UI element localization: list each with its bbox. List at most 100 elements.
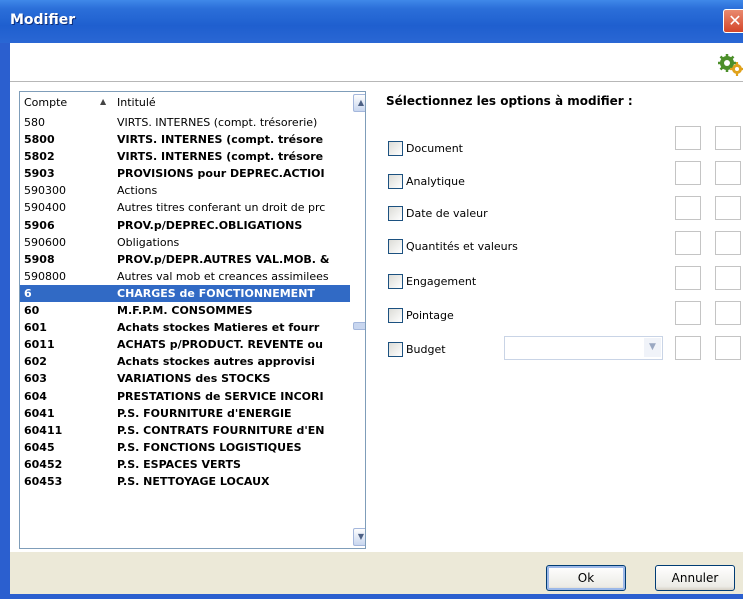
account-label: P.S. CONTRATS FOURNITURE d'EN (117, 423, 325, 437)
pointage-value-box-1[interactable] (675, 301, 701, 325)
window-frame-bottom (0, 594, 743, 599)
close-button[interactable]: ✕ (723, 9, 743, 33)
list-item[interactable]: 6041 P.S. FOURNITURE d'ENERGIE (20, 405, 350, 422)
list-item[interactable]: 6 CHARGES de FONCTIONNEMENT (20, 284, 350, 303)
account-code: 580 (24, 116, 45, 129)
gear-icon[interactable] (716, 53, 743, 77)
list-item[interactable]: 60453 P.S. NETTOYAGE LOCAUX (20, 473, 350, 490)
sort-ascending-icon: ▲ (100, 97, 107, 106)
account-code: 6045 (24, 440, 55, 454)
analytique-checkbox[interactable] (388, 174, 403, 189)
toolbar (10, 43, 743, 82)
account-label: Autres titres conferant un droit de prc (117, 201, 326, 215)
list-item[interactable]: 5802 VIRTS. INTERNES (compt. trésore (20, 148, 350, 165)
list-item[interactable]: 602 Achats stockes autres approvisi (20, 353, 350, 370)
account-label: VIRTS. INTERNES (compt. trésore (117, 133, 324, 147)
account-code: 590600 (24, 235, 66, 249)
analytique-value-box-1[interactable] (675, 161, 701, 185)
account-label: VARIATIONS des STOCKS (117, 372, 271, 386)
budget-value-box-2[interactable] (715, 336, 741, 360)
list-item[interactable]: 590600 Obligations (20, 234, 350, 251)
account-code: 603 (24, 372, 47, 386)
document-value-box-1[interactable] (675, 126, 701, 150)
scroll-thumb[interactable] (353, 322, 365, 330)
column-header-compte[interactable]: Compte (24, 96, 67, 109)
list-item[interactable]: 603 VARIATIONS des STOCKS (20, 370, 350, 387)
list-item[interactable]: 590800 Autres val mob et creances assimil… (20, 268, 350, 285)
cancel-button[interactable]: Annuler (655, 565, 735, 591)
ok-button[interactable]: Ok (546, 565, 626, 591)
budget-value-box-1[interactable] (675, 336, 701, 360)
budget-select[interactable]: ▼ (504, 336, 663, 360)
option-label: Engagement (406, 275, 477, 288)
date-valeur-value-box-1[interactable] (675, 196, 701, 220)
scroll-down-button[interactable]: ▼ (353, 528, 365, 546)
account-label: P.S. ESPACES VERTS (117, 457, 241, 471)
account-code: 60452 (24, 457, 63, 471)
document-value-box-2[interactable] (715, 126, 741, 150)
option-label: Quantités et valeurs (406, 240, 518, 253)
account-code: 5908 (24, 252, 55, 266)
list-rows: 580 VIRTS. INTERNES (compt. trésorerie) 58… (20, 114, 350, 490)
list-item[interactable]: 590300 Actions (20, 182, 350, 199)
column-header-intitule[interactable]: Intitulé (117, 96, 156, 109)
budget-checkbox[interactable] (388, 342, 403, 357)
account-label: Achats stockes autres approvisi (117, 355, 315, 369)
scroll-up-button[interactable]: ▲ (353, 94, 365, 112)
account-label: M.F.P.M. CONSOMMES (117, 304, 253, 318)
engagement-value-box-1[interactable] (675, 266, 701, 290)
engagement-value-box-2[interactable] (715, 266, 741, 290)
list-item[interactable]: 60 M.F.P.M. CONSOMMES (20, 302, 350, 319)
account-list[interactable]: Compte ▲ Intitulé 580 VIRTS. INTERNES (co… (19, 91, 366, 549)
analytique-value-box-2[interactable] (715, 161, 741, 185)
account-label: PROV.p/DEPREC.OBLIGATIONS (117, 218, 303, 232)
account-code: 602 (24, 355, 47, 369)
date-valeur-value-box-2[interactable] (715, 196, 741, 220)
list-item[interactable]: 5906 PROV.p/DEPREC.OBLIGATIONS (20, 217, 350, 234)
engagement-checkbox[interactable] (388, 274, 403, 289)
account-label: PROVISIONS pour DEPREC.ACTIOI (117, 167, 325, 181)
window-title: Modifier (10, 12, 76, 28)
quantites-value-box-2[interactable] (715, 231, 741, 255)
account-code: 60 (24, 304, 40, 318)
account-label: Obligations (117, 235, 180, 249)
list-item[interactable]: 601 Achats stockes Matieres et fourr (20, 319, 350, 336)
account-label: PRESTATIONS de SERVICE INCORI (117, 389, 324, 403)
account-code: 590800 (24, 269, 66, 283)
quantites-valeurs-checkbox[interactable] (388, 239, 403, 254)
account-label: P.S. NETTOYAGE LOCAUX (117, 474, 270, 488)
account-code: 6041 (24, 406, 55, 420)
list-item[interactable]: 580 VIRTS. INTERNES (compt. trésorerie) (20, 114, 350, 131)
list-item[interactable]: 60452 P.S. ESPACES VERTS (20, 456, 350, 473)
list-header: Compte ▲ Intitulé (20, 92, 365, 112)
account-code: 5802 (24, 150, 55, 164)
list-item[interactable]: 590400 Autres titres conferant un droit d… (20, 199, 350, 216)
pointage-checkbox[interactable] (388, 308, 403, 323)
account-label: ACHATS p/PRODUCT. REVENTE ou (117, 338, 323, 352)
account-code: 5903 (24, 167, 55, 181)
chevron-down-icon[interactable]: ▼ (644, 338, 661, 357)
list-item[interactable]: 60411 P.S. CONTRATS FOURNITURE d'EN (20, 422, 350, 439)
account-label: P.S. FOURNITURE d'ENERGIE (117, 406, 292, 420)
list-item[interactable]: 6011 ACHATS p/PRODUCT. REVENTE ou (20, 336, 350, 353)
account-code: 5800 (24, 133, 55, 147)
account-code: 60453 (24, 474, 63, 488)
date-de-valeur-checkbox[interactable] (388, 206, 403, 221)
document-checkbox[interactable] (388, 141, 403, 156)
vertical-scrollbar[interactable]: ▲ ▼ (353, 92, 365, 548)
option-label: Budget (406, 343, 446, 356)
option-label: Date de valeur (406, 207, 488, 220)
account-code: 601 (24, 321, 47, 335)
option-label: Document (406, 142, 463, 155)
quantites-value-box-1[interactable] (675, 231, 701, 255)
account-code: 590400 (24, 201, 66, 215)
account-label: VIRTS. INTERNES (compt. trésorerie) (117, 116, 318, 129)
list-item[interactable]: 604 PRESTATIONS de SERVICE INCORI (20, 388, 350, 405)
list-item[interactable]: 5800 VIRTS. INTERNES (compt. trésore (20, 131, 350, 148)
account-label: VIRTS. INTERNES (compt. trésore (117, 150, 324, 164)
list-item[interactable]: 5908 PROV.p/DEPR.AUTRES VAL.MOB. & (20, 251, 350, 268)
list-item[interactable]: 5903 PROVISIONS pour DEPREC.ACTIOI (20, 165, 350, 182)
pointage-value-box-2[interactable] (715, 301, 741, 325)
title-bar: Modifier ✕ (0, 0, 743, 44)
list-item[interactable]: 6045 P.S. FONCTIONS LOGISTIQUES (20, 439, 350, 456)
